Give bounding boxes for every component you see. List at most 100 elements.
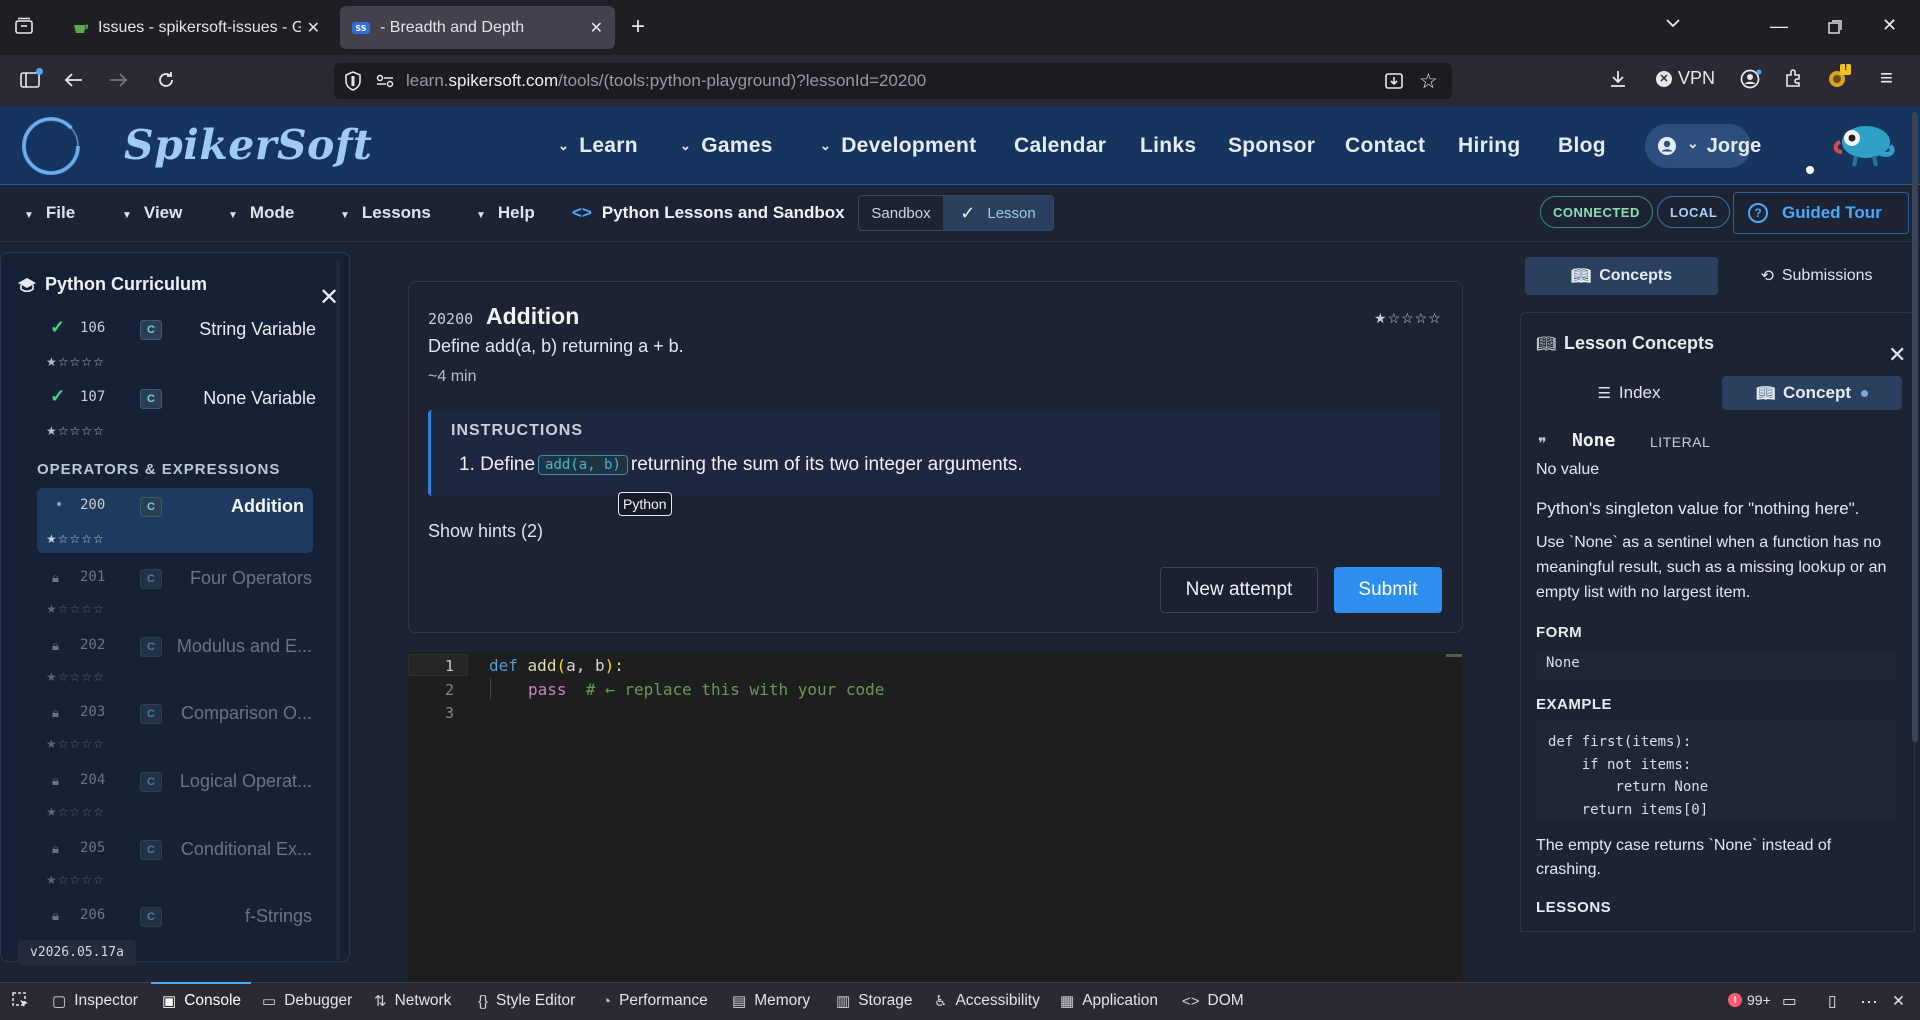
menu-lessons[interactable]: ▼ Lessons bbox=[340, 203, 431, 223]
bookmark-star-icon[interactable]: ☆ bbox=[1419, 69, 1438, 94]
devtools-tab-console[interactable]: ▣ Console bbox=[162, 992, 241, 1010]
network-icon: ⇅ bbox=[374, 993, 387, 1010]
code-editor[interactable]: 1 2 3 def add(a, b): pass # ← replace th… bbox=[408, 652, 1463, 982]
sidebar-toggle-icon[interactable] bbox=[20, 68, 43, 89]
devtools-close-icon[interactable]: ✕ bbox=[1892, 992, 1905, 1011]
devtools-tab-accessibility[interactable]: ♿︎ Accessibility bbox=[934, 992, 1040, 1010]
editor-scrollbar[interactable] bbox=[1446, 654, 1462, 657]
show-hints-link[interactable]: Show hints (2) bbox=[428, 521, 543, 542]
nav-calendar[interactable]: Calendar bbox=[1014, 134, 1106, 158]
nav-sponsor[interactable]: Sponsor bbox=[1228, 134, 1315, 158]
sidebar-scrollbar[interactable] bbox=[336, 260, 340, 960]
devtools-tab-performance[interactable]: ◔ Performance bbox=[602, 992, 708, 1010]
nav-hiring[interactable]: Hiring bbox=[1458, 134, 1520, 158]
tab-concepts[interactable]: 📖︎ Concepts bbox=[1525, 257, 1718, 295]
minimize-icon[interactable]: — bbox=[1770, 17, 1788, 35]
menu-file[interactable]: ▼ File bbox=[24, 203, 75, 223]
responsive-mode-icon[interactable]: ▭ bbox=[1782, 992, 1797, 1011]
list-item[interactable]: 🔒︎ 203 C Comparison O... ★☆☆☆☆ bbox=[16, 695, 334, 757]
function-token: add bbox=[527, 656, 557, 675]
menu-view[interactable]: ▼ View bbox=[122, 203, 182, 223]
list-item[interactable]: 🔒︎ 204 C Logical Operat... ★☆☆☆☆ bbox=[16, 763, 334, 825]
error-count-badge[interactable]: ! 99+ bbox=[1728, 992, 1771, 1008]
nav-games[interactable]: ⌄ Games bbox=[680, 134, 773, 158]
browser-tab-gitea[interactable]: Issues - spikersoft-issues - Gitea ✕ bbox=[60, 6, 332, 49]
tab-close-icon[interactable]: ✕ bbox=[590, 18, 603, 38]
window-close-icon[interactable]: ✕ bbox=[1882, 16, 1897, 34]
rating-stars: ★☆☆☆☆ bbox=[46, 355, 105, 369]
site-logo-icon[interactable] bbox=[20, 115, 82, 177]
site-brand[interactable]: SpikerSoft bbox=[124, 121, 372, 169]
dock-side-icon[interactable]: ▯ bbox=[1828, 992, 1837, 1011]
devtools-tab-application[interactable]: ▦ Application bbox=[1060, 992, 1158, 1010]
chevron-down-icon: ⌄ bbox=[558, 138, 570, 153]
tab-close-icon[interactable]: ✕ bbox=[307, 18, 320, 38]
nav-development[interactable]: ⌄ Development bbox=[820, 134, 976, 158]
extensions-icon[interactable] bbox=[1784, 68, 1804, 88]
devtools-tab-network[interactable]: ⇅ Network bbox=[374, 992, 451, 1010]
new-attempt-button[interactable]: New attempt bbox=[1160, 567, 1318, 613]
account-icon[interactable] bbox=[1740, 69, 1762, 89]
sidebar-list: ✓ 106 C String Variable ★☆☆☆☆ ✓ 107 C No… bbox=[16, 312, 334, 934]
list-item[interactable]: 🔒︎ 201 C Four Operators ★☆☆☆☆ bbox=[16, 560, 334, 622]
concepts-panel-scrollbar[interactable] bbox=[1912, 112, 1918, 742]
devtools-tab-storage[interactable]: ▥ Storage bbox=[836, 992, 912, 1010]
submit-button[interactable]: Submit bbox=[1334, 567, 1442, 613]
lesson-title: Logical Operat... bbox=[179, 771, 312, 791]
code-line-1: def add(a, b): bbox=[489, 656, 624, 675]
list-item[interactable]: ✓ 106 C String Variable ★☆☆☆☆ bbox=[16, 312, 334, 374]
install-app-icon[interactable] bbox=[1384, 71, 1404, 91]
app-menu-icon[interactable]: ≡ bbox=[1880, 67, 1893, 89]
back-icon[interactable] bbox=[64, 72, 84, 88]
list-item[interactable]: 🔒︎ 202 C Modulus and E... ★☆☆☆☆ bbox=[16, 628, 334, 690]
menu-help[interactable]: ▼ Help bbox=[476, 203, 535, 223]
devtools-more-icon[interactable]: ⋯ bbox=[1860, 992, 1878, 1013]
browser-tab-active[interactable]: SS - Breadth and Depth ✕ bbox=[340, 6, 615, 49]
devtools-tab-debugger[interactable]: ▭ Debugger bbox=[262, 992, 352, 1010]
shield-icon[interactable] bbox=[344, 71, 362, 91]
url-bar[interactable]: learn.spikersoft.com/tools/(tools:python… bbox=[334, 63, 1452, 99]
caret-down-icon: ▼ bbox=[24, 210, 34, 221]
vpn-button[interactable]: ✕ VPN bbox=[1656, 68, 1715, 89]
inline-code-chip[interactable]: add(a, b) bbox=[538, 455, 628, 475]
rating-stars: ★☆☆☆☆ bbox=[46, 424, 105, 438]
devtools-tab-inspector[interactable]: ▢ Inspector bbox=[52, 992, 138, 1010]
list-item[interactable]: 🔒︎ 206 C f-Strings bbox=[16, 898, 334, 934]
nav-contact[interactable]: Contact bbox=[1345, 134, 1425, 158]
pick-element-icon[interactable] bbox=[12, 992, 30, 1010]
maximize-icon[interactable] bbox=[1828, 20, 1842, 34]
tab-list-icon[interactable] bbox=[14, 17, 34, 35]
nav-links[interactable]: Links bbox=[1140, 134, 1196, 158]
user-menu-button[interactable]: ⌄ Jorge bbox=[1645, 124, 1761, 168]
extension-alert-icon[interactable]: ! bbox=[1826, 62, 1852, 90]
devtools-tab-memory[interactable]: ▤ Memory bbox=[732, 992, 810, 1010]
nav-blog[interactable]: Blog bbox=[1558, 134, 1606, 158]
lesson-toggle[interactable]: ✓ Lesson bbox=[943, 196, 1053, 230]
instruction-prefix: 1. Define bbox=[459, 454, 536, 475]
guided-tour-button[interactable]: ? Guided Tour bbox=[1733, 192, 1909, 234]
list-item[interactable]: ✓ 107 C None Variable ★☆☆☆☆ bbox=[16, 381, 334, 443]
lesson-number: 202 bbox=[80, 637, 106, 653]
downloads-icon[interactable] bbox=[1608, 69, 1628, 89]
tab-index[interactable]: ☰ Index bbox=[1536, 376, 1722, 410]
new-tab-icon[interactable]: + bbox=[631, 15, 645, 39]
concept-badge: C bbox=[140, 840, 162, 860]
keyword-token: pass bbox=[528, 680, 567, 699]
reload-icon[interactable] bbox=[156, 70, 176, 90]
list-item-active[interactable]: 200 C Addition ★☆☆☆☆ bbox=[37, 488, 313, 553]
devtools-tab-dom[interactable]: <> DOM bbox=[1182, 992, 1244, 1010]
menu-mode[interactable]: ▼ Mode bbox=[228, 203, 294, 223]
tab-overflow-chevron-icon[interactable] bbox=[1665, 18, 1681, 28]
tab-concept[interactable]: 📖︎ Concept bbox=[1722, 376, 1902, 410]
url-domain: spikersoft.com bbox=[448, 71, 559, 90]
keyword-token: def bbox=[489, 656, 518, 675]
mode-toggle: Sandbox ✓ Lesson bbox=[858, 195, 1054, 231]
tab-submissions[interactable]: ⟲ Submissions bbox=[1720, 257, 1913, 295]
concepts-close-icon[interactable]: ✕ bbox=[1888, 344, 1906, 366]
devtools-tab-style-editor[interactable]: {} Style Editor bbox=[478, 992, 575, 1010]
chameleon-mascot-icon[interactable] bbox=[1830, 112, 1902, 174]
list-item[interactable]: 🔒︎ 205 C Conditional Ex... ★☆☆☆☆ bbox=[16, 831, 334, 893]
sandbox-toggle[interactable]: Sandbox bbox=[859, 205, 943, 222]
nav-learn[interactable]: ⌄ Learn bbox=[558, 134, 638, 158]
site-permissions-icon[interactable] bbox=[376, 74, 394, 88]
